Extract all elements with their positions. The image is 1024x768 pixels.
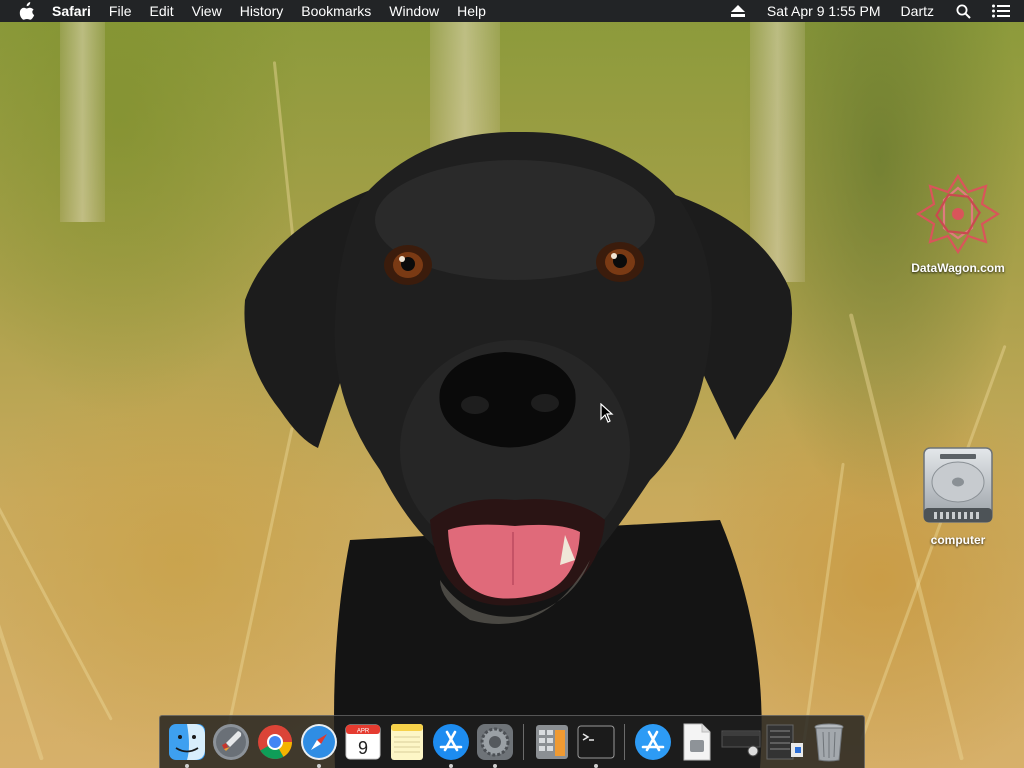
dock-separator bbox=[624, 724, 625, 760]
menu-bar: Safari File Edit View History Bookmarks … bbox=[0, 0, 1024, 22]
desktop-icon-computer[interactable]: computer bbox=[898, 446, 1018, 547]
running-indicator bbox=[317, 764, 321, 768]
chrome-icon bbox=[258, 725, 292, 759]
menu-help[interactable]: Help bbox=[448, 0, 495, 22]
dog-wallpaper-image bbox=[244, 131, 792, 768]
dock-app-store[interactable] bbox=[431, 722, 471, 768]
apple-icon[interactable] bbox=[18, 2, 36, 20]
running-indicator bbox=[594, 764, 598, 768]
list-icon[interactable] bbox=[992, 3, 1010, 19]
calendar-month: APR bbox=[357, 729, 370, 735]
running-indicator bbox=[185, 764, 189, 768]
running-indicator bbox=[493, 764, 497, 768]
dock-chrome[interactable] bbox=[255, 722, 295, 762]
hard-drive-icon bbox=[923, 447, 993, 523]
menu-bar-clock[interactable]: Sat Apr 9 1:55 PM bbox=[763, 3, 885, 19]
desktop-icon-label: DataWagon.com bbox=[911, 261, 1005, 275]
calendar-day: 9 bbox=[358, 738, 368, 758]
dock-system-preferences[interactable] bbox=[475, 722, 515, 768]
dock-terminal[interactable] bbox=[576, 722, 616, 768]
running-indicator bbox=[449, 764, 453, 768]
app-store-icon bbox=[635, 724, 671, 760]
menu-bar-status-area: Sat Apr 9 1:55 PM Dartz bbox=[719, 0, 1024, 22]
stack-icon bbox=[766, 724, 803, 760]
compass-icon bbox=[301, 724, 337, 760]
menu-history[interactable]: History bbox=[231, 0, 293, 22]
terminal-icon bbox=[577, 725, 615, 759]
dock-calculator[interactable] bbox=[532, 722, 572, 762]
menu-bar-user[interactable]: Dartz bbox=[897, 3, 938, 19]
dock-screenshot[interactable] bbox=[721, 722, 761, 762]
dock-calendar[interactable]: APR 9 bbox=[343, 722, 383, 762]
menu-edit[interactable]: Edit bbox=[140, 0, 182, 22]
menu-window[interactable]: Window bbox=[380, 0, 448, 22]
menu-view[interactable]: View bbox=[183, 0, 231, 22]
desktop-icon-datawagon[interactable]: DataWagon.com bbox=[898, 172, 1018, 275]
calculator-icon bbox=[536, 725, 568, 759]
dock-downloads[interactable] bbox=[633, 722, 673, 762]
screenshot-icon bbox=[721, 730, 761, 757]
rocket-icon bbox=[213, 724, 249, 760]
datawagon-logo-icon bbox=[915, 173, 1001, 255]
dock-safari[interactable] bbox=[299, 722, 339, 768]
dock-notes[interactable] bbox=[387, 722, 427, 762]
calendar-icon: APR 9 bbox=[345, 724, 381, 760]
gear-icon bbox=[477, 724, 513, 760]
dock: APR 9 bbox=[159, 715, 865, 768]
search-icon[interactable] bbox=[954, 3, 972, 19]
dock-finder[interactable] bbox=[167, 722, 207, 768]
notes-icon bbox=[391, 724, 423, 760]
dock-launchpad[interactable] bbox=[211, 722, 251, 762]
dock-trash[interactable] bbox=[809, 722, 849, 762]
desktop-icon-label: computer bbox=[930, 533, 986, 547]
document-icon bbox=[683, 723, 711, 761]
dock-files-stack[interactable] bbox=[765, 722, 805, 762]
app-store-icon bbox=[433, 724, 469, 760]
trash-icon bbox=[814, 723, 844, 762]
dock-document[interactable] bbox=[677, 722, 717, 762]
finder-icon bbox=[169, 724, 205, 760]
app-menu-safari[interactable]: Safari bbox=[50, 0, 100, 22]
menu-bookmarks[interactable]: Bookmarks bbox=[292, 0, 380, 22]
mouse-cursor-icon bbox=[600, 403, 614, 423]
menu-file[interactable]: File bbox=[100, 0, 141, 22]
dock-separator bbox=[523, 724, 524, 760]
eject-icon[interactable] bbox=[729, 3, 747, 19]
